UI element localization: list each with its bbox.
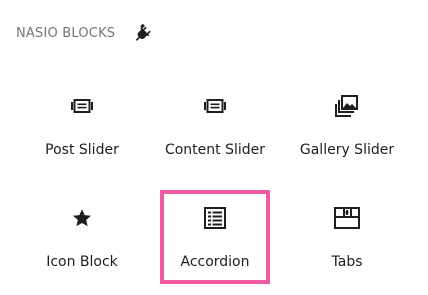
block-tabs[interactable]: Tabs [297,194,397,280]
block-label: Tabs [331,254,363,270]
category-title: NASIO BLOCKS [16,25,116,41]
block-gallery-slider[interactable]: Gallery Slider [297,82,397,168]
star-icon [68,204,96,232]
block-label: Post Slider [45,142,119,158]
category-header: NASIO BLOCKS [16,22,153,44]
tabs-icon [333,204,361,232]
block-post-slider[interactable]: Post Slider [32,82,132,168]
block-label: Content Slider [164,142,266,158]
slider-icon [68,92,96,120]
slider-icon [201,92,229,120]
block-content-slider[interactable]: Content Slider [165,82,265,168]
block-accordion[interactable]: Accordion [160,190,270,284]
gallery-icon [333,92,361,120]
block-label: Accordion [180,254,250,270]
list-icon [201,204,229,232]
block-inserter-panel: NASIO BLOCKS Post Slider Content Slider … [0,0,428,295]
block-label: Gallery Slider [299,142,395,158]
plug-icon [131,22,153,44]
block-label: Icon Block [46,254,118,270]
block-icon-block[interactable]: Icon Block [32,194,132,280]
